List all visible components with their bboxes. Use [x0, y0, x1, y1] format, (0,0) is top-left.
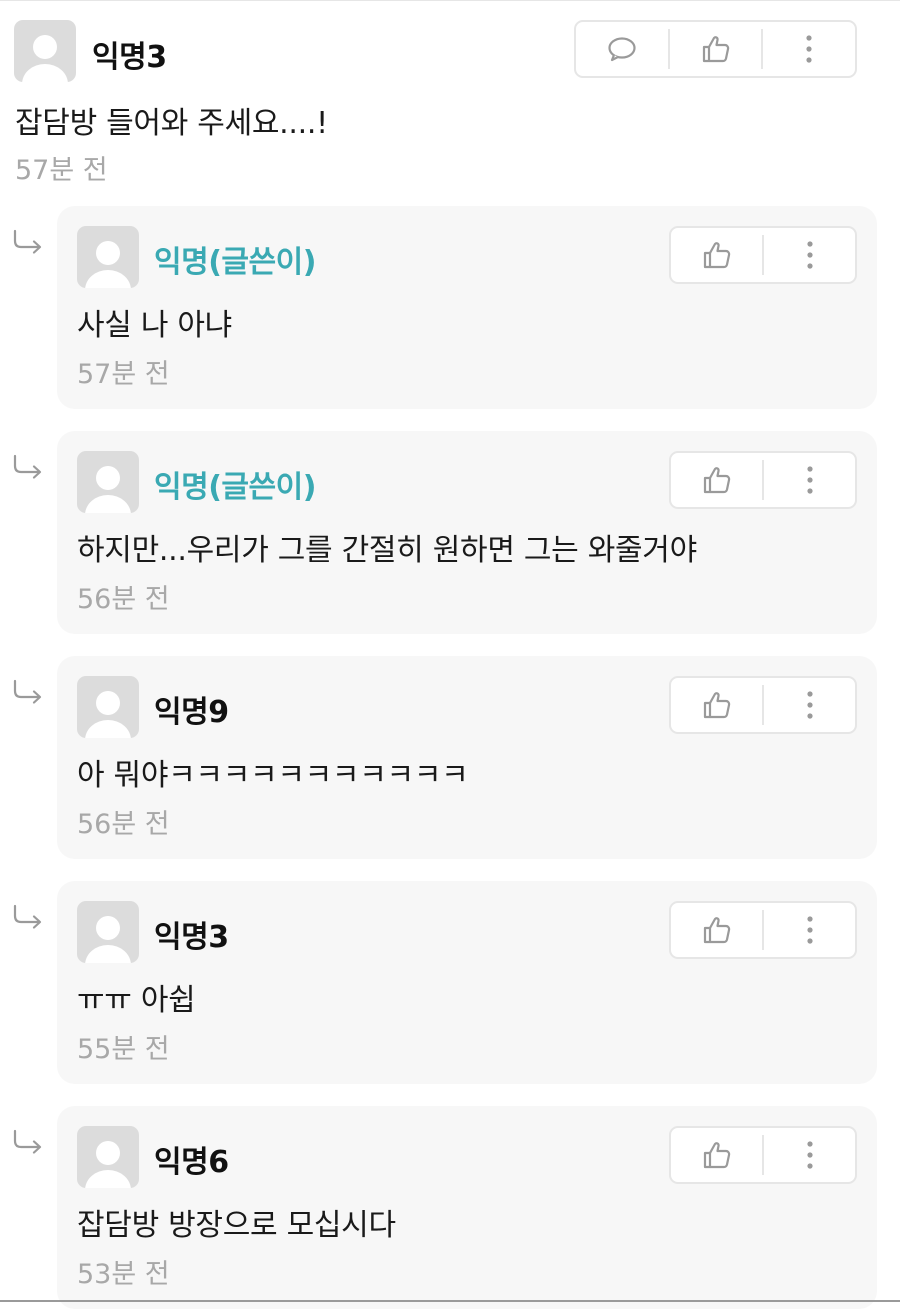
reply-actions — [669, 676, 857, 734]
avatar — [77, 1126, 139, 1188]
vertical-dots-icon — [806, 691, 813, 719]
reply-time: 56분 전 — [77, 584, 170, 615]
avatar — [77, 451, 139, 513]
reply-author: 익명9 — [154, 695, 229, 730]
avatar — [77, 226, 139, 288]
reply-arrow-icon — [10, 1128, 46, 1158]
reply-time: 56분 전 — [77, 809, 170, 840]
vertical-dots-icon — [806, 916, 813, 944]
more-button[interactable] — [764, 453, 855, 507]
reply-time: 53분 전 — [77, 1259, 170, 1290]
thumbs-up-icon — [703, 242, 730, 269]
comment-time: 57분 전 — [15, 155, 108, 186]
avatar — [14, 20, 76, 82]
reply-card: 익명9 아 뭐야ㅋㅋㅋㅋㅋㅋㅋㅋㅋㅋㅋ 56분 전 — [57, 656, 877, 859]
like-button[interactable] — [670, 22, 762, 76]
bottom-divider — [0, 1300, 900, 1302]
reply-author: 익명3 — [154, 920, 229, 955]
thumbs-up-icon — [703, 692, 730, 719]
speech-bubble-icon — [608, 37, 636, 62]
more-button[interactable] — [764, 903, 855, 957]
reply-actions — [669, 451, 857, 509]
reply-actions — [669, 901, 857, 959]
comment-author: 익명3 — [92, 40, 167, 75]
reply-arrow-icon — [10, 453, 46, 483]
comment-text: 잡담방 들어와 주세요....! — [15, 106, 328, 141]
more-button[interactable] — [764, 1128, 855, 1182]
like-button[interactable] — [671, 678, 762, 732]
reply-text: 잡담방 방장으로 모십시다 — [77, 1208, 396, 1243]
vertical-dots-icon — [806, 35, 812, 63]
reply-actions — [669, 226, 857, 284]
reply-author: 익명6 — [154, 1145, 229, 1180]
reply-author: 익명(글쓴이) — [154, 470, 316, 505]
thumbs-up-icon — [703, 467, 730, 494]
like-button[interactable] — [671, 903, 762, 957]
like-button[interactable] — [671, 453, 762, 507]
reply-button[interactable] — [576, 22, 668, 76]
more-button[interactable] — [763, 22, 855, 76]
reply-card: 익명6 잡담방 방장으로 모십시다 53분 전 — [57, 1106, 877, 1309]
more-button[interactable] — [764, 678, 855, 732]
more-button[interactable] — [764, 228, 855, 282]
vertical-dots-icon — [806, 1141, 813, 1169]
reply-text: 하지만...우리가 그를 간절히 원하면 그는 와줄거야 — [77, 533, 697, 568]
reply-time: 55분 전 — [77, 1034, 170, 1065]
reply-arrow-icon — [10, 903, 46, 933]
reply-arrow-icon — [10, 228, 46, 258]
reply-text: 아 뭐야ㅋㅋㅋㅋㅋㅋㅋㅋㅋㅋㅋ — [77, 758, 469, 793]
vertical-dots-icon — [806, 241, 813, 269]
comment-actions — [574, 20, 857, 78]
like-button[interactable] — [671, 228, 762, 282]
reply-arrow-icon — [10, 678, 46, 708]
thumbs-up-icon — [702, 36, 729, 63]
reply-text: ㅠㅠ 아쉽 — [77, 983, 196, 1018]
thumbs-up-icon — [703, 917, 730, 944]
thumbs-up-icon — [703, 1142, 730, 1169]
reply-actions — [669, 1126, 857, 1184]
reply-card: 익명3 ㅠㅠ 아쉽 55분 전 — [57, 881, 877, 1084]
avatar — [77, 676, 139, 738]
reply-card: 익명(글쓴이) 하지만...우리가 그를 간절히 원하면 그는 와줄거야 56분 전 — [57, 431, 877, 634]
vertical-dots-icon — [806, 466, 813, 494]
reply-card: 익명(글쓴이) 사실 나 아냐 57분 전 — [57, 206, 877, 409]
reply-author: 익명(글쓴이) — [154, 245, 316, 280]
reply-text: 사실 나 아냐 — [77, 308, 232, 343]
like-button[interactable] — [671, 1128, 762, 1182]
comment: 익명3 잡담방 들어와 주세요....! 57분 전 — [0, 0, 900, 200]
avatar — [77, 901, 139, 963]
reply-time: 57분 전 — [77, 359, 170, 390]
